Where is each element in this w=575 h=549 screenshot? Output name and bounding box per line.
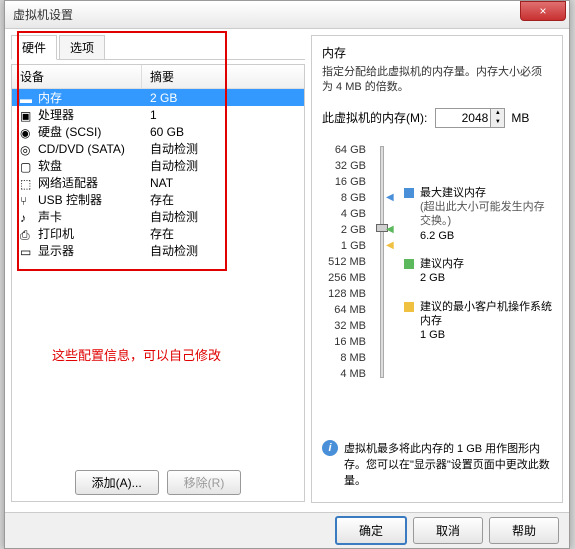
sound-icon: ♪ xyxy=(20,211,34,223)
cancel-button[interactable]: 取消 xyxy=(413,517,483,544)
marker-min-icon: ◀ xyxy=(386,240,394,251)
tick-label: 512 MB xyxy=(322,254,366,270)
disk-icon: ◉ xyxy=(20,126,34,138)
memory-input-row: 此虚拟机的内存(M): ▲▼ MB xyxy=(322,108,552,128)
settings-window: 虚拟机设置 × 硬件 选项 设备 摘要 ▬内存2 GB▣处理器1◉硬盘 (SCS… xyxy=(4,0,570,549)
tick-label: 32 MB xyxy=(322,318,366,334)
printer-icon: ⎙ xyxy=(20,228,34,240)
legend-rec-value: 2 GB xyxy=(420,271,464,285)
legend-min-label: 建议的最小客户机操作系统内存 xyxy=(420,300,552,329)
tick-label: 16 GB xyxy=(322,174,366,190)
table-row[interactable]: ▭ 显示器 自动检测 xyxy=(12,242,304,259)
content-area: 硬件 选项 设备 摘要 ▬内存2 GB▣处理器1◉硬盘 (SCSI)60 GB◎… xyxy=(5,29,569,509)
legend-min-value: 1 GB xyxy=(420,328,552,342)
slider-track[interactable]: ◀ ◀ ◀ xyxy=(370,142,398,382)
titlebar: 虚拟机设置 × xyxy=(5,1,569,29)
legend: 最大建议内存 (超出此大小可能发生内存交换。) 6.2 GB 建议内存 2 GB xyxy=(404,142,552,382)
annotation-note: 这些配置信息，可以自己修改 xyxy=(52,345,221,364)
right-panel: 内存 指定分配给此虚拟机的内存量。内存大小必须为 4 MB 的倍数。 此虚拟机的… xyxy=(311,35,563,503)
memory-title: 内存 xyxy=(322,44,552,61)
left-panel: 硬件 选项 设备 摘要 ▬内存2 GB▣处理器1◉硬盘 (SCSI)60 GB◎… xyxy=(11,35,305,503)
cpu-icon: ▣ xyxy=(20,109,34,121)
cd-icon: ◎ xyxy=(20,143,34,155)
tick-labels: 64 GB32 GB16 GB8 GB4 GB2 GB1 GB512 MB256… xyxy=(322,142,366,382)
usb-icon: ⑂ xyxy=(20,194,34,206)
tick-label: 256 MB xyxy=(322,270,366,286)
memory-icon: ▬ xyxy=(20,92,34,104)
help-button[interactable]: 帮助 xyxy=(489,517,559,544)
spinner-up-icon[interactable]: ▲ xyxy=(491,109,504,118)
memory-desc: 指定分配给此虚拟机的内存量。内存大小必须为 4 MB 的倍数。 xyxy=(322,65,552,96)
tick-label: 4 GB xyxy=(322,206,366,222)
header-summary: 摘要 xyxy=(142,65,304,88)
device-table: 设备 摘要 ▬内存2 GB▣处理器1◉硬盘 (SCSI)60 GB◎CD/DVD… xyxy=(11,64,305,502)
info-area: i 虚拟机最多将此内存的 1 GB 用作图形内存。您可以在"显示器"设置页面中更… xyxy=(322,440,552,488)
legend-max-label: 最大建议内存 xyxy=(420,186,552,200)
legend-rec-label: 建议内存 xyxy=(420,257,464,271)
net-icon: ⬚ xyxy=(20,177,34,189)
legend-min: 建议的最小客户机操作系统内存 1 GB xyxy=(404,300,552,343)
floppy-icon: ▢ xyxy=(20,160,34,172)
tab-options[interactable]: 选项 xyxy=(59,35,105,59)
spinner-down-icon[interactable]: ▼ xyxy=(491,118,504,127)
legend-min-color xyxy=(404,302,414,312)
legend-rec-color xyxy=(404,259,414,269)
tick-label: 128 MB xyxy=(322,286,366,302)
add-button[interactable]: 添加(A)... xyxy=(75,470,159,495)
legend-max-sub: (超出此大小可能发生内存交换。) xyxy=(420,200,552,229)
tick-label: 64 GB xyxy=(322,142,366,158)
tick-label: 8 MB xyxy=(322,350,366,366)
remove-button[interactable]: 移除(R) xyxy=(167,470,242,495)
tab-hardware[interactable]: 硬件 xyxy=(11,35,57,60)
info-text: 虚拟机最多将此内存的 1 GB 用作图形内存。您可以在"显示器"设置页面中更改此… xyxy=(344,440,552,488)
device-name: 硬盘 (SCSI) xyxy=(38,123,101,140)
tabs: 硬件 选项 xyxy=(11,35,305,60)
track-line xyxy=(380,146,384,378)
window-title: 虚拟机设置 xyxy=(13,6,73,23)
device-name: 显示器 xyxy=(38,242,74,259)
tick-label: 64 MB xyxy=(322,302,366,318)
tick-label: 32 GB xyxy=(322,158,366,174)
display-icon: ▭ xyxy=(20,245,34,257)
slider-area: 64 GB32 GB16 GB8 GB4 GB2 GB1 GB512 MB256… xyxy=(322,142,552,382)
tick-label: 16 MB xyxy=(322,334,366,350)
marker-max-icon: ◀ xyxy=(386,192,394,203)
legend-rec: 建议内存 2 GB xyxy=(404,257,552,286)
memory-input[interactable] xyxy=(435,108,491,128)
tick-label: 1 GB xyxy=(322,238,366,254)
memory-unit: MB xyxy=(511,111,529,125)
table-body: ▬内存2 GB▣处理器1◉硬盘 (SCSI)60 GB◎CD/DVD (SATA… xyxy=(12,89,304,259)
memory-spinner[interactable]: ▲▼ xyxy=(491,108,505,128)
tick-label: 2 GB xyxy=(322,222,366,238)
device-summary: 自动检测 xyxy=(142,239,304,262)
close-button[interactable]: × xyxy=(520,1,566,21)
legend-max: 最大建议内存 (超出此大小可能发生内存交换。) 6.2 GB xyxy=(404,186,552,243)
header-device: 设备 xyxy=(12,65,142,88)
memory-input-label: 此虚拟机的内存(M): xyxy=(322,109,427,126)
info-icon: i xyxy=(322,440,338,456)
legend-max-color xyxy=(404,188,414,198)
marker-rec-icon: ◀ xyxy=(386,224,394,235)
left-buttons: 添加(A)... 移除(R) xyxy=(12,470,304,495)
footer: 确定 取消 帮助 xyxy=(5,512,569,548)
tick-label: 8 GB xyxy=(322,190,366,206)
tick-label: 4 MB xyxy=(322,366,366,382)
ok-button[interactable]: 确定 xyxy=(335,516,407,545)
legend-max-value: 6.2 GB xyxy=(420,229,552,243)
